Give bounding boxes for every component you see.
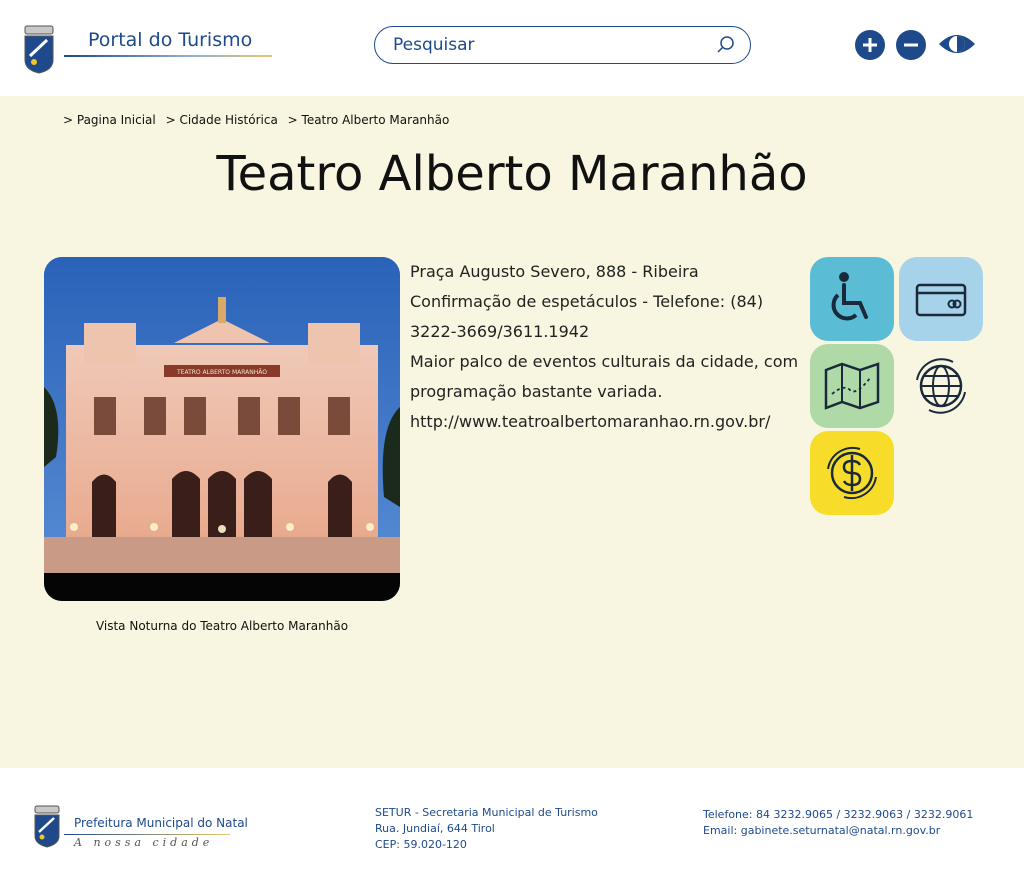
venue-address: Praça Augusto Severo, 888 - Ribeira <box>410 262 699 281</box>
map-icon <box>824 362 880 410</box>
breadcrumb-home[interactable]: > Pagina Inicial <box>63 113 156 127</box>
accessibility-tile[interactable] <box>810 257 894 341</box>
map-tile[interactable] <box>810 344 894 428</box>
footer-address-line: Rua. Jundiaí, 644 Tirol <box>375 822 495 835</box>
zoom-in-icon <box>863 38 877 52</box>
site-header: Portal do Turismo <box>0 0 1024 96</box>
venue-website-link[interactable]: http://www.teatroalbertomaranhao.rn.gov.… <box>410 407 800 437</box>
natal-coat-of-arms-logo[interactable] <box>22 24 56 74</box>
credit-card-tile[interactable] <box>899 257 983 341</box>
theater-photo[interactable]: TEATRO ALBERTO MARANHÃO <box>44 257 400 601</box>
money-tile[interactable] <box>810 431 894 515</box>
portal-title[interactable]: Portal do Turismo <box>88 29 252 51</box>
site-footer: Prefeitura Municipal do Natal A nossa ci… <box>0 768 1024 886</box>
title-underline <box>64 55 272 57</box>
footer-phone: Telefone: 84 3232.9065 / 3232.9063 / 323… <box>703 808 974 821</box>
footer-contact: Telefone: 84 3232.9065 / 3232.9063 / 323… <box>703 807 973 839</box>
search-box <box>374 26 751 64</box>
globe-icon <box>916 358 966 414</box>
footer-address-line: SETUR - Secretaria Municipal de Turismo <box>375 806 598 819</box>
zoom-out-icon <box>904 43 918 47</box>
prefeitura-logo[interactable] <box>32 804 62 848</box>
zoom-out-button[interactable] <box>896 30 926 60</box>
facade-inscription: TEATRO ALBERTO MARANHÃO <box>176 369 267 376</box>
prefeitura-slogan: A nossa cidade <box>74 836 214 849</box>
accessibility-icon <box>831 272 868 321</box>
page-title: Teatro Alberto Maranhão <box>216 146 808 202</box>
globe-tile[interactable] <box>899 344 983 428</box>
breadcrumb: > Pagina Inicial > Cidade Histórica > Te… <box>63 113 455 127</box>
credit-card-icon <box>915 283 967 317</box>
footer-address-line: CEP: 59.020-120 <box>375 838 467 851</box>
venue-description: Maior palco de eventos culturais da cida… <box>410 352 799 401</box>
footer-address: SETUR - Secretaria Municipal de Turismo … <box>375 805 598 853</box>
main-content: > Pagina Inicial > Cidade Histórica > Te… <box>0 96 1024 768</box>
theater-night-image: TEATRO ALBERTO MARANHÃO <box>44 257 400 601</box>
breadcrumb-current: > Teatro Alberto Maranhão <box>287 113 450 127</box>
photo-caption: Vista Noturna do Teatro Alberto Maranhão <box>95 619 349 633</box>
zoom-in-button[interactable] <box>855 30 885 60</box>
footer-email[interactable]: Email: gabinete.seturnatal@natal.rn.gov.… <box>703 823 973 839</box>
search-icon[interactable] <box>716 35 736 55</box>
money-icon <box>827 446 877 500</box>
venue-info: Praça Augusto Severo, 888 - Ribeira Conf… <box>410 257 800 437</box>
prefeitura-name: Prefeitura Municipal do Natal <box>74 816 248 830</box>
contrast-icon[interactable] <box>937 30 977 58</box>
venue-phone: Confirmação de espetáculos - Telefone: (… <box>410 292 764 341</box>
footer-divider-line <box>64 834 230 835</box>
search-input[interactable] <box>393 34 693 56</box>
breadcrumb-cidade-historica[interactable]: > Cidade Histórica <box>166 113 278 127</box>
